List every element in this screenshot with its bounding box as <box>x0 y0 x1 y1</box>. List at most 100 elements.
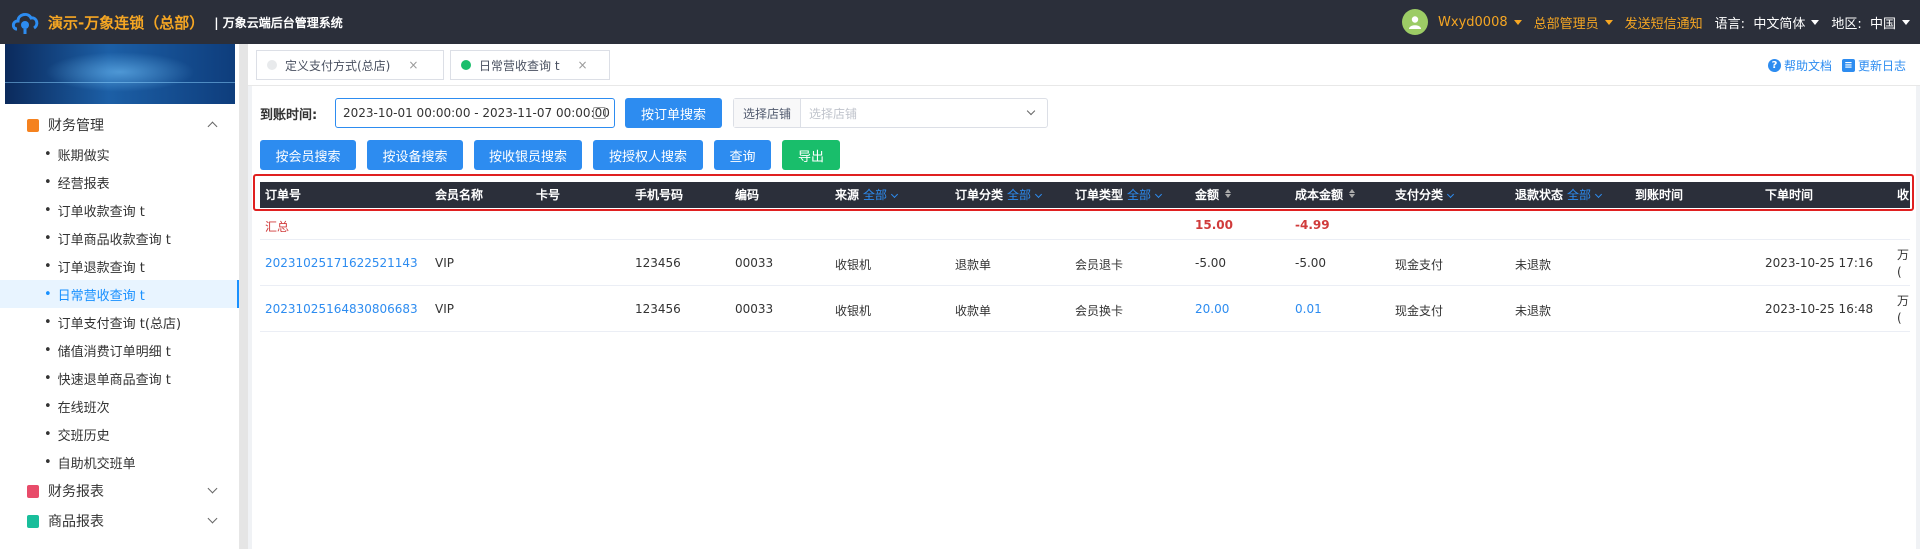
cell-pay-cat: 现金支付 <box>1395 258 1444 272</box>
bullet: • <box>44 370 52 386</box>
close-icon[interactable]: × <box>408 58 418 72</box>
cell-order-time: 2023-10-25 16:48 <box>1765 302 1874 316</box>
changelog-label: 更新日志 <box>1857 59 1906 73</box>
bullet: • <box>44 454 52 470</box>
sidebar-item-label: 订单退款查询 t <box>57 260 145 276</box>
region-value: 中国 <box>1869 16 1896 32</box>
finance-icon <box>27 118 39 132</box>
menu-group-finance[interactable]: 财务管理 <box>0 110 239 140</box>
cell-amount: 20.00 <box>1195 302 1230 316</box>
sidebar-item[interactable]: • 在线班次 <box>0 392 239 420</box>
changelog-link[interactable]: ≡ 更新日志 <box>1841 57 1906 74</box>
cell-phone: 123456 <box>635 302 681 316</box>
header-highlight-box <box>253 174 1914 211</box>
sidebar-item[interactable]: • 经营报表 <box>0 168 239 196</box>
table-row[interactable]: 20231025164830806683 VIP 123456 00033 收银机 收款单… <box>260 286 1910 332</box>
sidebar-item-label: 账期做实 <box>57 148 110 164</box>
cell-order-no[interactable]: 20231025164830806683 <box>265 302 418 316</box>
sidebar-item[interactable]: • 快速退单商品查询 t <box>0 364 239 392</box>
cell-code: 00033 <box>735 302 774 316</box>
help-doc-link[interactable]: ? 帮助文档 <box>1767 57 1832 74</box>
sidebar-item[interactable]: • 储值消费订单明细 t <box>0 336 239 364</box>
store-select-label: 选择店铺 <box>734 99 801 127</box>
search-by-device-button[interactable]: 按设备搜索 <box>367 140 463 170</box>
bullet: • <box>44 342 52 358</box>
close-icon[interactable]: × <box>578 58 588 72</box>
sidebar-item[interactable]: • 订单支付查询 t(总店) <box>0 308 239 336</box>
region-menu[interactable]: 地区: 中国 <box>1831 13 1910 32</box>
logo[interactable]: 演示-万象连锁（总部） | 万象云端后台管理系统 <box>10 7 343 37</box>
bullet: • <box>44 398 52 414</box>
chevron-down-icon <box>1902 19 1910 25</box>
sidebar-item-label: 交班历史 <box>57 428 110 444</box>
search-by-authorizer-button[interactable]: 按授权人搜索 <box>593 140 703 170</box>
cell-order-type: 会员换卡 <box>1075 304 1124 318</box>
cell-order-type: 会员退卡 <box>1075 258 1124 272</box>
export-button[interactable]: 导出 <box>782 140 840 170</box>
query-button[interactable]: 查询 <box>714 140 771 170</box>
menu-group-label: 商品报表 <box>48 514 104 530</box>
bullet: • <box>44 230 52 246</box>
cell-code: 00033 <box>735 256 774 270</box>
goods-icon <box>27 514 39 528</box>
user-name: Wxyd0008 <box>1438 14 1508 30</box>
tab-payment-method[interactable]: 定义支付方式(总店) × <box>256 50 444 80</box>
top-bar: 演示-万象连锁（总部） | 万象云端后台管理系统 Wxyd0008 总部管理员 … <box>0 0 1920 44</box>
sidebar-item[interactable]: • 账期做实 <box>0 140 239 168</box>
cell-refund-status: 未退款 <box>1515 304 1552 318</box>
bullet: • <box>44 202 52 218</box>
search-by-order-button[interactable]: 按订单搜索 <box>625 98 722 128</box>
bullet: • <box>44 314 52 330</box>
report-icon <box>27 484 39 498</box>
sidebar-item-label: 快速退单商品查询 t <box>57 372 171 388</box>
tab-label: 定义支付方式(总店) <box>285 58 391 73</box>
cell-clipped: 万 <box>1897 294 1910 308</box>
chevron-down-icon <box>1604 19 1613 25</box>
menu-group-finance-report[interactable]: 财务报表 <box>0 476 239 506</box>
language-menu[interactable]: 语言: 中文简体 <box>1715 13 1820 32</box>
region-label: 地区: <box>1831 16 1862 32</box>
sidebar-item[interactable]: • 日常营收查询 t <box>0 280 239 308</box>
sidebar-scrollbar[interactable] <box>240 44 248 549</box>
help-icon: ? <box>1767 59 1781 72</box>
system-name: | 万象云端后台管理系统 <box>214 15 343 30</box>
cell-order-cat: 收款单 <box>955 304 992 318</box>
table-row[interactable]: 20231025171622521143 VIP 123456 00033 收银机 退款单… <box>260 240 1910 286</box>
sidebar-item[interactable]: • 交班历史 <box>0 420 239 448</box>
cell-refund-status: 未退款 <box>1515 258 1552 272</box>
chevron-down-icon <box>1026 106 1036 116</box>
sidebar-item[interactable]: • 订单收款查询 t <box>0 196 239 224</box>
calendar-icon <box>593 107 606 119</box>
summary-amount: 15.00 <box>1195 218 1233 232</box>
date-range-value: 2023-10-01 00:00:00 - 2023-11-07 00:00:0… <box>343 106 610 120</box>
brand-name: 演示-万象连锁（总部） <box>48 13 205 32</box>
language-value: 中文简体 <box>1753 16 1806 32</box>
tab-daily-revenue[interactable]: 日常营收查询 t × <box>450 50 610 80</box>
user-avatar-icon[interactable] <box>1402 9 1429 35</box>
role-menu[interactable]: 总部管理员 <box>1534 13 1613 32</box>
sidebar-item[interactable]: • 订单商品收款查询 t <box>0 224 239 252</box>
language-label: 语言: <box>1714 16 1746 32</box>
cell-cost: 0.01 <box>1295 302 1322 316</box>
date-filter-label: 到账时间: <box>260 108 318 123</box>
store-select-placeholder: 选择店铺 <box>809 106 858 121</box>
store-select[interactable]: 选择店铺 选择店铺 <box>733 98 1048 128</box>
help-doc-label: 帮助文档 <box>1783 59 1832 73</box>
search-by-member-button[interactable]: 按会员搜索 <box>260 140 356 170</box>
tab-label: 日常营收查询 t <box>479 58 560 73</box>
sms-notify-link[interactable]: 发送短信通知 <box>1625 13 1703 32</box>
sidebar-item-label: 日常营收查询 t <box>57 288 145 304</box>
sidebar-item[interactable]: • 自助机交班单 <box>0 448 239 476</box>
menu-group-goods-report[interactable]: 商品报表 <box>0 506 239 536</box>
cell-order-no[interactable]: 20231025171622521143 <box>265 256 418 270</box>
search-by-cashier-button[interactable]: 按收银员搜索 <box>474 140 582 170</box>
user-menu[interactable]: Wxyd0008 <box>1438 15 1522 30</box>
summary-cost: -4.99 <box>1295 218 1330 232</box>
chevron-down-icon <box>1811 19 1820 25</box>
summary-row: 汇总 15.00 -4.99 <box>260 210 1910 240</box>
bullet: • <box>44 146 52 162</box>
sidebar-item[interactable]: • 订单退款查询 t <box>0 252 239 280</box>
cell-source: 收银机 <box>835 258 872 272</box>
date-range-input[interactable]: 2023-10-01 00:00:00 - 2023-11-07 00:00:0… <box>335 98 615 128</box>
cell-phone: 123456 <box>635 256 681 270</box>
